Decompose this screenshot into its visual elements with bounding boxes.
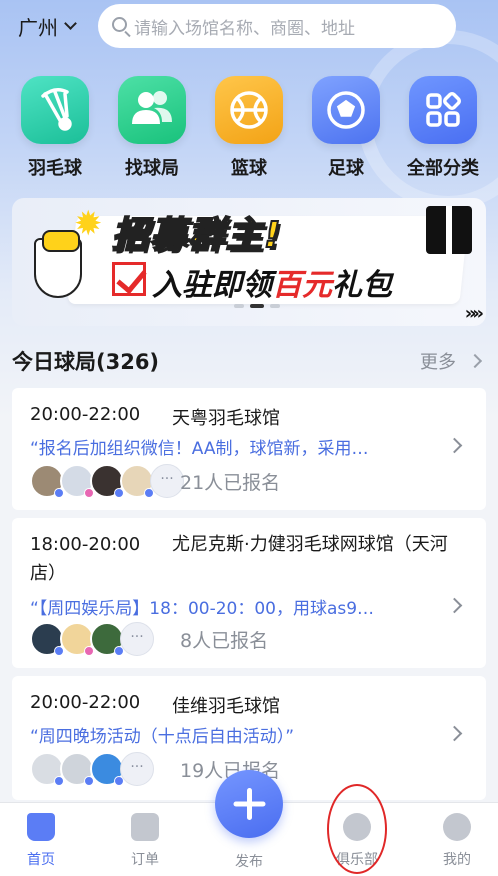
more-avatars: ···: [120, 622, 154, 656]
section-title: 今日球局(326): [12, 350, 160, 374]
top-header: 广州 请输入场馆名称、商圈、地址: [0, 0, 498, 52]
city-label: 广州: [18, 16, 58, 40]
search-icon: [112, 17, 127, 32]
avatar: [90, 622, 124, 656]
category-football[interactable]: 足球: [301, 76, 391, 180]
game-card[interactable]: 20:00-22:00 天粤羽毛球馆 “报名后加组织微信！AA制，球馆新，采用……: [12, 388, 486, 510]
city-selector[interactable]: 广州: [18, 12, 77, 41]
search-placeholder: 请输入场馆名称、商圈、地址: [134, 18, 355, 39]
soccer-icon: [312, 76, 380, 144]
chevron-down-icon: [64, 17, 77, 30]
banner-subline-prefix: 入驻即领: [152, 268, 272, 303]
profile-icon: [443, 813, 471, 841]
gift-icon: [426, 206, 472, 254]
participant-avatars: ···: [30, 622, 154, 656]
avatar: [120, 464, 154, 498]
chevron-right-icon: [467, 353, 483, 369]
game-time: 18:00-20:00: [30, 534, 141, 555]
annotation-circle: [327, 784, 387, 874]
tab-label: 首页: [27, 852, 55, 868]
category-find-game[interactable]: 找球局: [107, 76, 197, 180]
avatar: [90, 464, 124, 498]
people-icon: [118, 76, 186, 144]
avatar: [60, 464, 94, 498]
tab-home[interactable]: 首页: [6, 813, 76, 869]
avatar: [60, 622, 94, 656]
more-avatars: ···: [120, 752, 154, 786]
more-label: 更多: [420, 352, 456, 373]
category-label: 全部分类: [407, 158, 479, 179]
promo-banner[interactable]: ✹ 招募群主! 入驻即领百元礼包 »»: [12, 198, 486, 326]
signup-count: 8人已报名: [180, 630, 269, 652]
avatar: [30, 622, 64, 656]
avatar: [30, 752, 64, 786]
banner-headline: 招募群主!: [111, 214, 283, 257]
banner-subline-suffix: 礼包: [332, 268, 392, 303]
publish-label: 发布: [235, 854, 263, 870]
carousel-dot: [270, 304, 280, 308]
tab-label: 订单: [131, 852, 159, 868]
game-description: “【周四娱乐局】18：00-20：00，用球as9…: [30, 599, 375, 619]
game-venue: 天粤羽毛球馆: [172, 408, 280, 429]
publish-button[interactable]: [215, 770, 283, 838]
more-link[interactable]: 更多: [420, 348, 483, 374]
category-label: 羽毛球: [28, 158, 82, 179]
home-icon: [27, 813, 55, 841]
category-badminton[interactable]: 羽毛球: [10, 76, 100, 180]
double-arrow-icon: »»: [464, 303, 484, 324]
game-header: 18:00-20:00 尤尼克斯·力健羽毛球网球馆（天河店）: [30, 530, 470, 588]
category-label: 足球: [328, 158, 364, 179]
search-input[interactable]: 请输入场馆名称、商圈、地址: [98, 4, 456, 48]
participant-avatars: ···: [30, 752, 154, 786]
checkbox-icon: [112, 262, 146, 296]
game-time: 20:00-22:00: [30, 692, 141, 713]
tab-mine[interactable]: 我的: [422, 813, 492, 869]
avatar: [90, 752, 124, 786]
tab-orders[interactable]: 订单: [110, 813, 180, 869]
carousel-dot-active: [250, 304, 264, 308]
category-basketball[interactable]: 篮球: [204, 76, 294, 180]
game-description: “报名后加组织微信！AA制，球馆新，采用…: [30, 439, 369, 459]
carousel-dot: [234, 304, 244, 308]
more-avatars: ···: [150, 464, 184, 498]
carousel-indicator: [234, 304, 280, 308]
banner-subline-highlight: 百元: [272, 268, 332, 303]
game-time: 20:00-22:00: [30, 404, 141, 425]
tab-label: 我的: [443, 852, 471, 868]
signup-count: 21人已报名: [180, 472, 281, 494]
category-row: 羽毛球 找球局 篮球 足球 全部分类: [0, 76, 498, 186]
participant-avatars: ···: [30, 464, 184, 498]
category-label: 找球局: [125, 158, 179, 179]
shuttlecock-icon: [21, 76, 89, 144]
basketball-icon: [215, 76, 283, 144]
game-description: “周四晚场活动（十点后自由活动）”: [30, 727, 295, 747]
game-card[interactable]: 18:00-20:00 尤尼克斯·力健羽毛球网球馆（天河店） “【周四娱乐局】18…: [12, 518, 486, 668]
banner-subline: 入驻即领百元礼包: [152, 260, 392, 304]
orders-icon: [131, 813, 159, 841]
category-label: 篮球: [231, 158, 267, 179]
avatar: [60, 752, 94, 786]
shuttlecock-illustration-icon: [34, 230, 82, 298]
category-all[interactable]: 全部分类: [398, 76, 488, 180]
game-venue: 佳维羽毛球馆: [172, 696, 280, 717]
grid-icon: [409, 76, 477, 144]
avatar: [30, 464, 64, 498]
